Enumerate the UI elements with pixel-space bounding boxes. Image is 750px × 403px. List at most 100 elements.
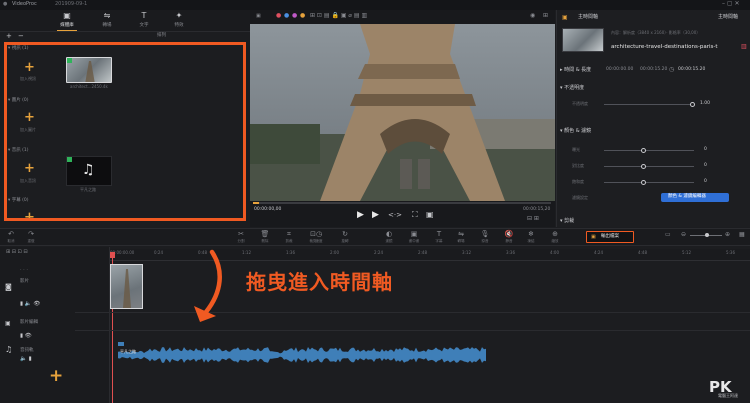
play-button[interactable]: ▶	[357, 211, 364, 220]
saturation-knob[interactable]	[641, 179, 646, 185]
contrast-value[interactable]: 0	[704, 163, 707, 169]
overlay-track-controls[interactable]: ▮ 👁	[20, 333, 32, 340]
video-track-icon: ◙	[5, 283, 12, 291]
tool-label: 濾鏡	[385, 239, 393, 243]
opacity-value[interactable]: 1.00	[700, 101, 710, 107]
tool-7[interactable]: ↻ 旋轉	[336, 231, 354, 244]
opacity-knob[interactable]	[690, 101, 695, 107]
contrast-slider[interactable]	[604, 166, 694, 167]
tool-label: 縮放	[551, 239, 559, 243]
video-clip[interactable]	[110, 264, 143, 309]
saturation-slider[interactable]	[604, 182, 694, 183]
color-section-title[interactable]: ▾ 顏色 & 濾鏡	[560, 129, 591, 134]
tool-13[interactable]: 🔇 靜音	[500, 231, 518, 244]
zoom-in-icon[interactable]: ⊕	[725, 232, 730, 238]
remove-media-button[interactable]: −	[18, 33, 24, 40]
sort-label[interactable]: 排列	[157, 33, 166, 39]
timeline-toolbar	[0, 228, 750, 246]
color-dot-purple[interactable]: ●	[292, 13, 297, 19]
progress-track[interactable]	[253, 202, 551, 204]
video-preview[interactable]	[250, 24, 555, 201]
tool-6[interactable]: ◷ 速度	[310, 231, 328, 244]
tool-icon: 🗑	[260, 230, 270, 238]
timeline-grid-icon[interactable]: ▦	[739, 232, 745, 238]
time-out[interactable]: 00:00:15.20	[640, 67, 667, 73]
track-name-audio: 音訊軌	[20, 348, 34, 353]
tool-15[interactable]: ⊕ 縮放	[546, 231, 564, 244]
add-track-icon[interactable]: +	[49, 368, 63, 385]
tool-10[interactable]: T 字幕	[430, 231, 448, 244]
contrast-knob[interactable]	[641, 163, 646, 169]
effects-icon: ✦	[175, 11, 183, 20]
opacity-slider[interactable]	[604, 104, 694, 105]
color-filter-editor-button[interactable]: 顏色 & 濾鏡編輯器	[661, 193, 729, 202]
tab-media-library[interactable]: ▣ 媒體庫	[55, 12, 79, 29]
opacity-section-title[interactable]: ▾ 不透明度	[560, 86, 584, 91]
tool-8[interactable]: ◐ 濾鏡	[380, 231, 398, 244]
app-logo-icon: ●	[3, 1, 8, 7]
next-frame-icon[interactable]: ▶	[372, 211, 379, 220]
tool-label: 凍結	[527, 239, 535, 243]
tab-transition[interactable]: ⇋ 轉場	[95, 11, 119, 29]
fit-icon[interactable]: ▭	[665, 232, 671, 238]
tab-effects[interactable]: ✦ 特效	[167, 11, 191, 29]
tool-0[interactable]: ↶ 取消	[2, 231, 20, 244]
crop-section-title[interactable]: ▾ 剪裁	[560, 219, 574, 224]
audio-waveform[interactable]	[118, 346, 488, 364]
window-controls[interactable]: – ▢ ✕	[722, 1, 740, 7]
eiffel-tower-scene	[250, 24, 555, 201]
audio-track-controls[interactable]: 🔈 ▮	[20, 356, 32, 363]
preview-tools-icon[interactable]: ⊞ ⊡ ▤ 🔒 ▣ ⌀ ▤ ▥	[310, 13, 367, 19]
tool-11[interactable]: ⇋ 轉場	[452, 231, 470, 244]
highlight-frame	[4, 42, 246, 221]
tool-icon: ⊕	[552, 230, 558, 238]
tool-label: 分割	[237, 239, 245, 243]
fullscreen-icon[interactable]: ⛶	[412, 211, 418, 219]
tool-4[interactable]: ⌗ 剪裁	[280, 231, 298, 244]
video-track-controls[interactable]: ▮ 🔈 👁	[20, 301, 40, 308]
tool-icon: ↻	[342, 230, 348, 238]
waveform-shape	[118, 347, 486, 363]
color-dot-yellow[interactable]: ●	[300, 13, 305, 19]
tool-12[interactable]: 🎙 錄音	[476, 231, 494, 244]
tool-14[interactable]: ❄ 凍結	[522, 231, 540, 244]
color-dot-blue[interactable]: ●	[284, 13, 289, 19]
add-media-button[interactable]: +	[6, 33, 12, 40]
main-timeline-tab[interactable]: 主時間軸	[718, 15, 738, 20]
time-in[interactable]: 00:00:00.00	[606, 67, 633, 73]
exposure-value[interactable]: 0	[704, 147, 707, 153]
export-button[interactable]: ▣ 輸出檔案	[586, 231, 634, 243]
drag-to-timeline-caption: 拖曳進入時間軸	[246, 270, 393, 294]
tab-text[interactable]: T 文字	[132, 12, 156, 29]
exposure-knob[interactable]	[641, 147, 646, 153]
saturation-value[interactable]: 0	[704, 179, 707, 185]
tool-3[interactable]: 🗑 刪除	[256, 231, 274, 244]
clip-name: architecture-travel-destinations-paris-t	[611, 44, 718, 50]
camera-icon[interactable]: ◉	[530, 13, 535, 19]
timeline-left-icons[interactable]: ⊞ ⊟ ⊡ ⊟	[6, 250, 28, 255]
player-controls	[250, 201, 555, 227]
ruler-tick-label: 5:36	[726, 250, 735, 255]
settings-icon[interactable]: ⊞	[543, 13, 548, 19]
trim-icon[interactable]: <·>	[388, 212, 402, 219]
transition-icon: ⇋	[103, 11, 111, 20]
time-section-title[interactable]: ▸ 時間 & 長度	[560, 68, 591, 73]
snapshot-icon[interactable]: ▣	[256, 14, 261, 19]
tool-2[interactable]: ✂ 分割	[232, 231, 250, 244]
zoom-icon[interactable]: ⊟ ⊞	[527, 216, 539, 222]
snapshot-button[interactable]: ▣	[426, 211, 434, 219]
tool-9[interactable]: ▣ 畫中畫	[405, 231, 423, 244]
inspector-icon: ▣	[562, 14, 568, 21]
tool-label: 錄音	[481, 239, 489, 243]
exposure-slider[interactable]	[604, 150, 694, 151]
timeline-zoom-knob[interactable]	[705, 233, 709, 237]
color-dot-red[interactable]: ●	[276, 13, 281, 19]
tool-1[interactable]: ↷ 重做	[22, 231, 40, 244]
delete-icon[interactable]: ▥	[741, 44, 747, 50]
inspector-tab[interactable]: 主時間軸	[578, 15, 598, 20]
clip-eiffel-thumb	[123, 269, 131, 308]
zoom-out-icon[interactable]: ⊖	[681, 232, 686, 238]
time-total[interactable]: 00:00:15.20	[678, 67, 705, 73]
ruler-tick-label: 3:12	[462, 250, 471, 255]
title-bar: ● VideoProc 201909-09-1 – ▢ ✕	[0, 0, 750, 10]
